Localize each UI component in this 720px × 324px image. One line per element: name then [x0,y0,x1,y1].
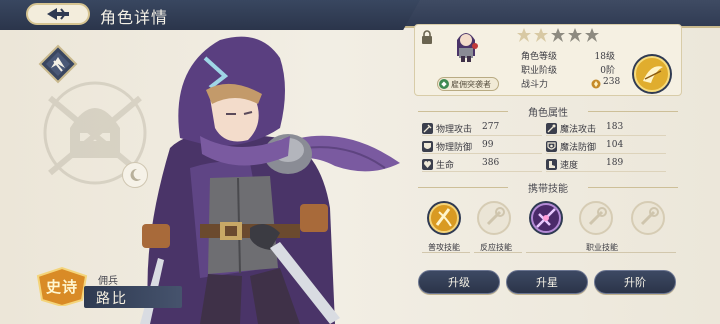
normal-skill-label: 普攻技能 [428,243,460,252]
character-detail-screen: 角色详情 史诗 佣兵 路比 角色等级 18级 职业阶级 0阶 战斗力 238 ◆… [0,0,720,324]
magic-shield-icon [546,141,557,152]
attribute-hp: 生命 386 [422,158,542,172]
level-up-button[interactable]: 升级 [418,270,500,294]
sword-icon [422,123,433,134]
power-label: 战斗力 [521,80,549,90]
character-type: 佣兵 [98,276,118,287]
job-stage-value: 0阶 [600,66,615,76]
character-info-card: 角色等级 18级 职业阶级 0阶 战斗力 238 ◆ 雇佣突袭者 [414,24,682,96]
character-portrait [140,36,400,324]
attribute-magic-attack: 魔法攻击 183 [546,122,666,136]
heart-icon [422,159,433,170]
character-name: 路比 [96,291,128,307]
page-title: 角色详情 [100,8,169,27]
attribute-physical-defense: 物理防御 99 [422,140,542,154]
attribute-speed: 速度 189 [546,158,666,172]
rarity-text: 史诗 [45,278,78,296]
normal-attack-skill-icon[interactable] [426,200,462,236]
star-empty-icon [585,28,599,42]
character-avatar [457,33,478,62]
attribute-magic-defense: 魔法防御 104 [546,140,666,154]
star-empty-icon [568,28,582,42]
job-skill-empty-icon[interactable] [578,200,614,236]
name-plate: 路比 [84,286,182,308]
job-emblem-icon[interactable] [631,53,673,95]
wand-icon [546,123,557,134]
boot-icon [546,159,557,170]
star-empty-icon [551,28,565,42]
attribute-row: 物理防御 99 魔法防御 104 [422,140,686,156]
back-arrow-icon [47,8,69,20]
lock-icon[interactable] [421,30,433,44]
attributes-header: 角色属性 [412,104,684,119]
reaction-skill-empty-icon[interactable] [476,200,512,236]
star-filled-icon [517,28,531,42]
star-up-button[interactable]: 升星 [506,270,588,294]
level-label: 角色等级 [521,52,558,62]
star-rating [517,28,599,42]
skills-header: 携带技能 [412,180,684,195]
attribute-row: 生命 386 速度 189 [422,158,686,174]
profession-tag: ◆ 雇佣突袭者 [437,77,499,91]
reaction-skill-label: 反应技能 [480,243,512,252]
rank-up-button[interactable]: 升阶 [594,270,676,294]
back-button[interactable] [26,3,90,25]
info-panel: 角色等级 18级 职业阶级 0阶 战斗力 238 ◆ 雇佣突袭者 角色属性 物理… [412,24,684,300]
star-filled-icon [534,28,548,42]
power-value: 238 [603,77,621,87]
attribute-row: 物理攻击 277 魔法攻击 183 [422,122,686,138]
class-badge-icon[interactable] [38,44,78,84]
diamond-icon: ◆ [439,79,449,89]
shield-icon [422,141,433,152]
profession-tag-label: 雇佣突袭者 [451,79,491,89]
job-skill-label: 职业技能 [586,243,618,252]
job-skill-empty-icon[interactable] [630,200,666,236]
job-stage-label: 职业阶级 [521,66,558,76]
attribute-physical-attack: 物理攻击 277 [422,122,542,136]
job-skill-icon[interactable] [528,200,564,236]
power-icon [591,79,601,89]
level-value: 18级 [594,52,615,62]
